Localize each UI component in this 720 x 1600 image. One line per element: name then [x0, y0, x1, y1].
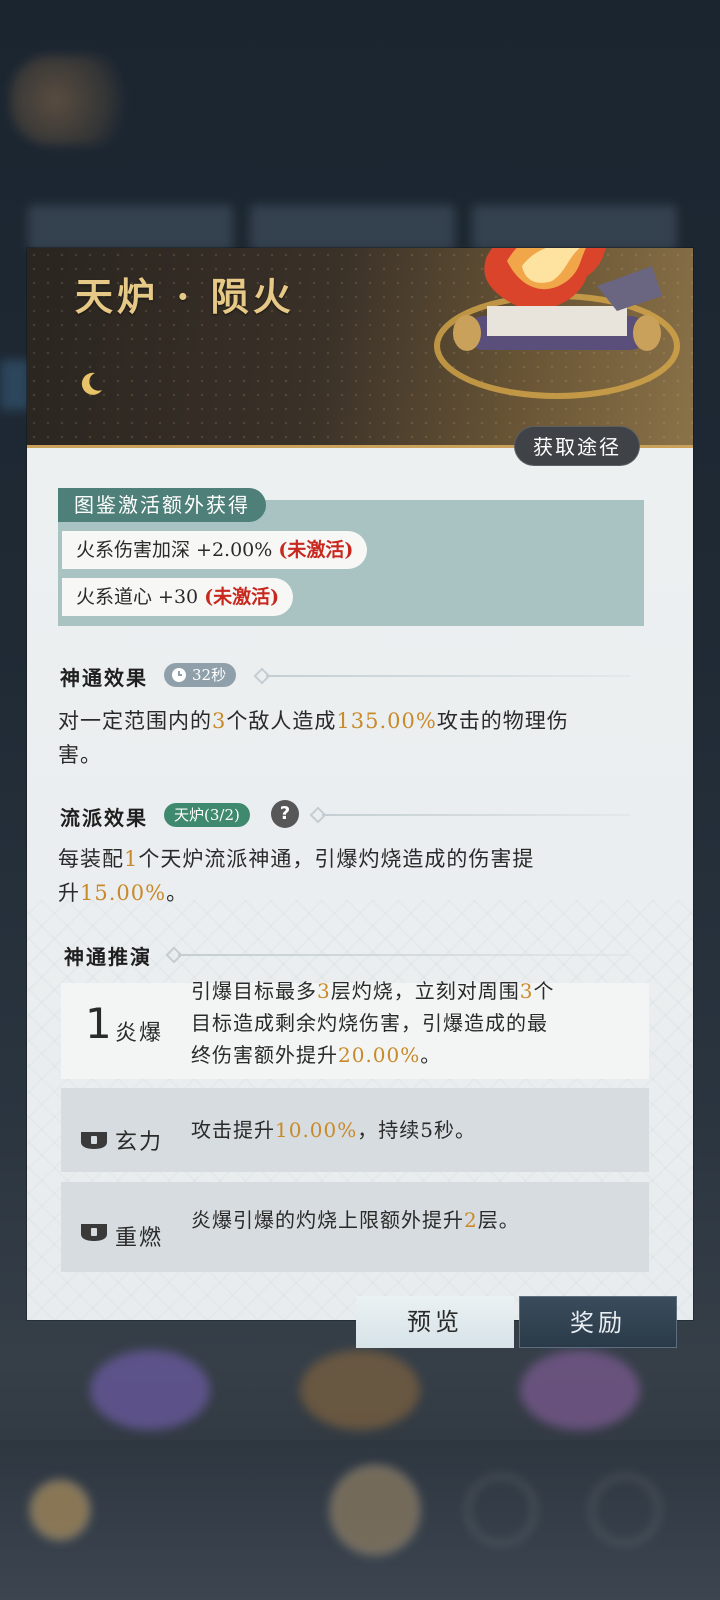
evolution-description: 炎爆引爆的灼烧上限额外提升2层。 [191, 1204, 520, 1236]
cooldown-badge: 32秒 [164, 663, 237, 687]
flame-scroll-icon [434, 248, 680, 399]
codex-bonus-text: 火系伤害加深 +2.00% [76, 539, 279, 561]
background-card [472, 205, 677, 251]
desc-value: 10.00% [275, 1118, 358, 1142]
desc-value: 2 [464, 1208, 478, 1232]
desc-text: 终伤害额外提升 [191, 1043, 338, 1067]
desc-value: 135.00% [336, 709, 437, 733]
school-description: 每装配1个天炉流派神通，引爆灼烧造成的伤害提升15.00%。 [58, 842, 658, 910]
evolution-row[interactable]: 1 炎爆 引爆目标最多3层灼烧，立刻对周围3个 目标造成剩余灼烧伤害，引爆造成的… [61, 979, 649, 1079]
codex-bonus-text: 火系道心 +30 [76, 586, 205, 608]
desc-text: 炎爆引爆的灼烧上限额外提升 [191, 1208, 464, 1232]
obtain-route-button[interactable]: 获取途径 [514, 426, 640, 466]
evolution-level: 1 [85, 999, 112, 1048]
desc-text: 层灼烧，立刻对周围 [330, 979, 520, 1003]
desc-text: 攻击提升 [191, 1118, 275, 1142]
desc-value: 3 [212, 709, 227, 733]
codex-bonus-line: 火系伤害加深 +2.00% (未激活) [62, 531, 368, 569]
desc-text: 个 [533, 979, 555, 1003]
lock-icon [81, 1224, 107, 1241]
codex-bonus-tag: 图鉴激活额外获得 [58, 488, 266, 522]
evolution-row[interactable]: 玄力 攻击提升10.00%，持续5秒。 [61, 1088, 649, 1172]
nav-home-icon[interactable] [330, 1465, 420, 1555]
school-badge: 天炉(3/2) [164, 803, 250, 827]
desc-value: 3 [317, 979, 331, 1003]
nav-icon[interactable] [590, 1475, 660, 1545]
desc-text: 对一定范围内的 [58, 709, 212, 733]
background-character [300, 1350, 420, 1430]
background-character [90, 1350, 210, 1430]
reward-button[interactable]: 奖励 [519, 1296, 677, 1348]
inactive-status: (未激活) [278, 539, 354, 561]
evolution-description: 引爆目标最多3层灼烧，立刻对周围3个 目标造成剩余灼烧伤害，引爆造成的最 终伤害… [191, 975, 554, 1071]
background-emblem [10, 55, 140, 145]
evolution-name: 玄力 [115, 1130, 164, 1155]
desc-text: 引爆目标最多 [191, 979, 317, 1003]
lock-icon [81, 1132, 107, 1149]
desc-text: 害。 [58, 743, 102, 767]
cooldown-value: 32秒 [192, 666, 227, 684]
section-divider [266, 675, 631, 677]
card-title: 天炉 · 陨火 [75, 274, 295, 319]
background-character [520, 1350, 640, 1430]
evolution-description: 攻击提升10.00%，持续5秒。 [191, 1114, 476, 1146]
crescent-moon-icon [81, 372, 102, 395]
evolution-name: 重燃 [115, 1226, 164, 1251]
nav-icon[interactable] [466, 1475, 536, 1545]
preview-button[interactable]: 预览 [356, 1296, 514, 1348]
background-card [28, 205, 233, 251]
section-divider [322, 814, 631, 816]
evolution-name: 炎爆 [115, 1021, 164, 1046]
clock-icon [172, 668, 186, 682]
desc-text: ，持续5秒。 [357, 1118, 476, 1142]
desc-text: 每装配 [58, 847, 124, 871]
school-effect-title: 流派效果 [60, 806, 148, 830]
desc-text: 层。 [477, 1208, 520, 1232]
desc-text: 个天炉流派神通，引爆灼烧造成的伤害提 [138, 847, 535, 871]
desc-text: 。 [166, 881, 189, 905]
inactive-status: (未激活) [204, 586, 280, 608]
help-icon[interactable]: ? [271, 800, 299, 828]
desc-value: 3 [519, 979, 534, 1003]
codex-bonus-line: 火系道心 +30 (未激活) [62, 578, 294, 616]
skill-effect-title: 神通效果 [60, 666, 148, 690]
background-card [250, 205, 455, 251]
desc-text: 升 [58, 881, 80, 905]
desc-value: 1 [124, 847, 139, 871]
desc-text: 。 [420, 1043, 442, 1067]
section-divider [178, 954, 630, 956]
desc-text: 攻击的物理伤 [436, 709, 569, 733]
desc-text: 目标造成剩余灼烧伤害，引爆造成的最 [191, 1011, 548, 1035]
evolution-title: 神通推演 [64, 945, 152, 969]
nav-back-icon[interactable] [30, 1480, 90, 1540]
skill-description: 对一定范围内的3个敌人造成135.00%攻击的物理伤害。 [58, 704, 658, 772]
desc-value: 15.00% [80, 881, 167, 905]
desc-text: 个敌人造成 [226, 709, 337, 733]
desc-value: 20.00% [338, 1043, 421, 1067]
evolution-row[interactable]: 重燃 炎爆引爆的灼烧上限额外提升2层。 [61, 1182, 649, 1272]
background-bar [0, 360, 30, 410]
card-header: 天炉 · 陨火 [27, 248, 693, 448]
